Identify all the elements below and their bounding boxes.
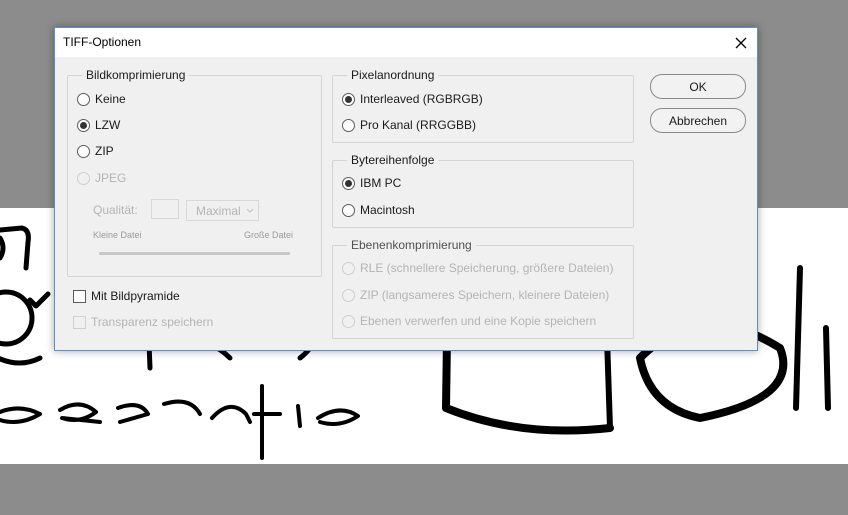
layer-compression-legend: Ebenenkomprimierung xyxy=(347,238,476,252)
compression-lzw-label: LZW xyxy=(95,118,121,132)
pixel-order-per-channel-option[interactable]: Pro Kanal (RRGGBB) xyxy=(342,117,476,133)
byte-order-mac-radio[interactable] xyxy=(342,203,355,217)
compression-jpeg-option: JPEG xyxy=(77,170,126,186)
quality-preset-select: Maximal xyxy=(186,200,259,221)
compression-jpeg-label: JPEG xyxy=(95,171,127,185)
compression-none-label: Keine xyxy=(95,92,126,106)
pixel-order-group: Pixelanordnung Interleaved (RGBRGB) Pro … xyxy=(332,68,634,143)
compression-zip-radio[interactable] xyxy=(77,144,90,158)
layer-compression-rle-radio xyxy=(342,261,355,275)
byte-order-ibm-label: IBM PC xyxy=(360,176,402,190)
layer-compression-discard-radio xyxy=(342,314,355,328)
byte-order-ibm-radio[interactable] xyxy=(342,176,355,190)
pyramid-option[interactable]: Mit Bildpyramide xyxy=(73,288,180,304)
pyramid-checkbox[interactable] xyxy=(73,289,86,303)
byte-order-mac-label: Macintosh xyxy=(360,203,415,217)
compression-none-option[interactable]: Keine xyxy=(77,91,126,107)
byte-order-ibm-option[interactable]: IBM PC xyxy=(342,175,401,191)
compression-zip-option[interactable]: ZIP xyxy=(77,143,114,159)
close-icon xyxy=(735,37,747,48)
dialog-title: TIFF-Optionen xyxy=(63,35,142,49)
byte-order-group: Bytereihenfolge IBM PC Macintosh xyxy=(332,153,634,228)
quality-slider xyxy=(99,252,290,255)
large-file-label: Große Datei xyxy=(244,230,294,240)
compression-group: Bildkomprimierung Keine LZW ZIP JPEG Qua… xyxy=(67,68,322,277)
layer-compression-group: Ebenenkomprimierung RLE (schnellere Spei… xyxy=(332,238,634,339)
dialog-titlebar: TIFF-Optionen xyxy=(55,28,757,57)
tiff-options-dialog: TIFF-Optionen Bildkomprimierung Keine LZ… xyxy=(54,27,758,351)
transparency-label: Transparenz speichern xyxy=(91,315,214,329)
byte-order-legend: Bytereihenfolge xyxy=(347,153,439,167)
close-button[interactable] xyxy=(725,28,757,57)
byte-order-mac-option[interactable]: Macintosh xyxy=(342,202,415,218)
chevron-down-icon xyxy=(246,208,254,213)
layer-compression-rle-label: RLE (schnellere Speicherung, größere Dat… xyxy=(360,261,614,275)
transparency-option: Transparenz speichern xyxy=(73,314,213,330)
quality-preset-value: Maximal xyxy=(196,204,241,218)
compression-lzw-radio[interactable] xyxy=(77,118,90,132)
cancel-button[interactable]: Abbrechen xyxy=(650,108,746,133)
compression-zip-label: ZIP xyxy=(95,144,114,158)
pixel-order-interleaved-radio[interactable] xyxy=(342,92,355,106)
transparency-checkbox xyxy=(73,315,86,329)
pixel-order-per-channel-label: Pro Kanal (RRGGBB) xyxy=(360,118,477,132)
layer-compression-zip-option: ZIP (langsameres Speichern, kleinere Dat… xyxy=(342,287,609,303)
quality-input xyxy=(151,199,179,219)
layer-compression-discard-label: Ebenen verwerfen und eine Kopie speicher… xyxy=(360,314,597,328)
small-file-label: Kleine Datei xyxy=(93,230,142,240)
layer-compression-rle-option: RLE (schnellere Speicherung, größere Dat… xyxy=(342,260,613,276)
compression-legend: Bildkomprimierung xyxy=(82,68,190,82)
layer-compression-zip-label: ZIP (langsameres Speichern, kleinere Dat… xyxy=(360,288,610,302)
layer-compression-discard-option: Ebenen verwerfen und eine Kopie speicher… xyxy=(342,313,596,329)
pyramid-label: Mit Bildpyramide xyxy=(91,289,180,303)
compression-none-radio[interactable] xyxy=(77,92,90,106)
pixel-order-per-channel-radio[interactable] xyxy=(342,118,355,132)
quality-label: Qualität: xyxy=(93,203,138,217)
pixel-order-interleaved-option[interactable]: Interleaved (RGBRGB) xyxy=(342,91,483,107)
layer-compression-zip-radio xyxy=(342,288,355,302)
pixel-order-legend: Pixelanordnung xyxy=(347,68,439,82)
compression-lzw-option[interactable]: LZW xyxy=(77,117,120,133)
pixel-order-interleaved-label: Interleaved (RGBRGB) xyxy=(360,92,483,106)
compression-jpeg-radio xyxy=(77,171,90,185)
ok-button[interactable]: OK xyxy=(650,74,746,99)
